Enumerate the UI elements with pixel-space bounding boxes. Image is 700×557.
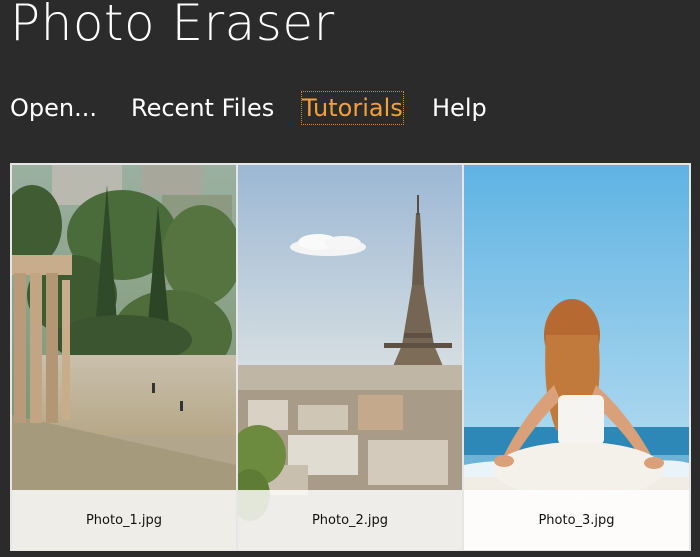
photo-tile-2[interactable]: Photo_2.jpg — [238, 165, 462, 550]
menu-item-recent-files[interactable]: Recent Files — [131, 92, 274, 124]
photo-caption-3: Photo_3.jpg — [464, 490, 689, 550]
menu-item-tutorials[interactable]: Tutorials — [301, 91, 404, 125]
menu-item-help[interactable]: Help — [432, 92, 487, 124]
photo-tile-1[interactable]: Photo_1.jpg — [12, 165, 236, 550]
photo-caption-2: Photo_2.jpg — [238, 490, 462, 550]
photo-tile-3[interactable]: Photo_3.jpg — [464, 165, 689, 550]
photo-eraser-window: Photo Eraser Open... Recent Files Tutori… — [0, 0, 700, 557]
app-title: Photo Eraser — [10, 0, 335, 52]
menu-item-open[interactable]: Open... — [10, 92, 97, 124]
photo-caption-1: Photo_1.jpg — [12, 490, 236, 550]
photo-gallery: Photo_1.jpg Photo_2.jpg Photo_3.jpg — [10, 163, 691, 551]
